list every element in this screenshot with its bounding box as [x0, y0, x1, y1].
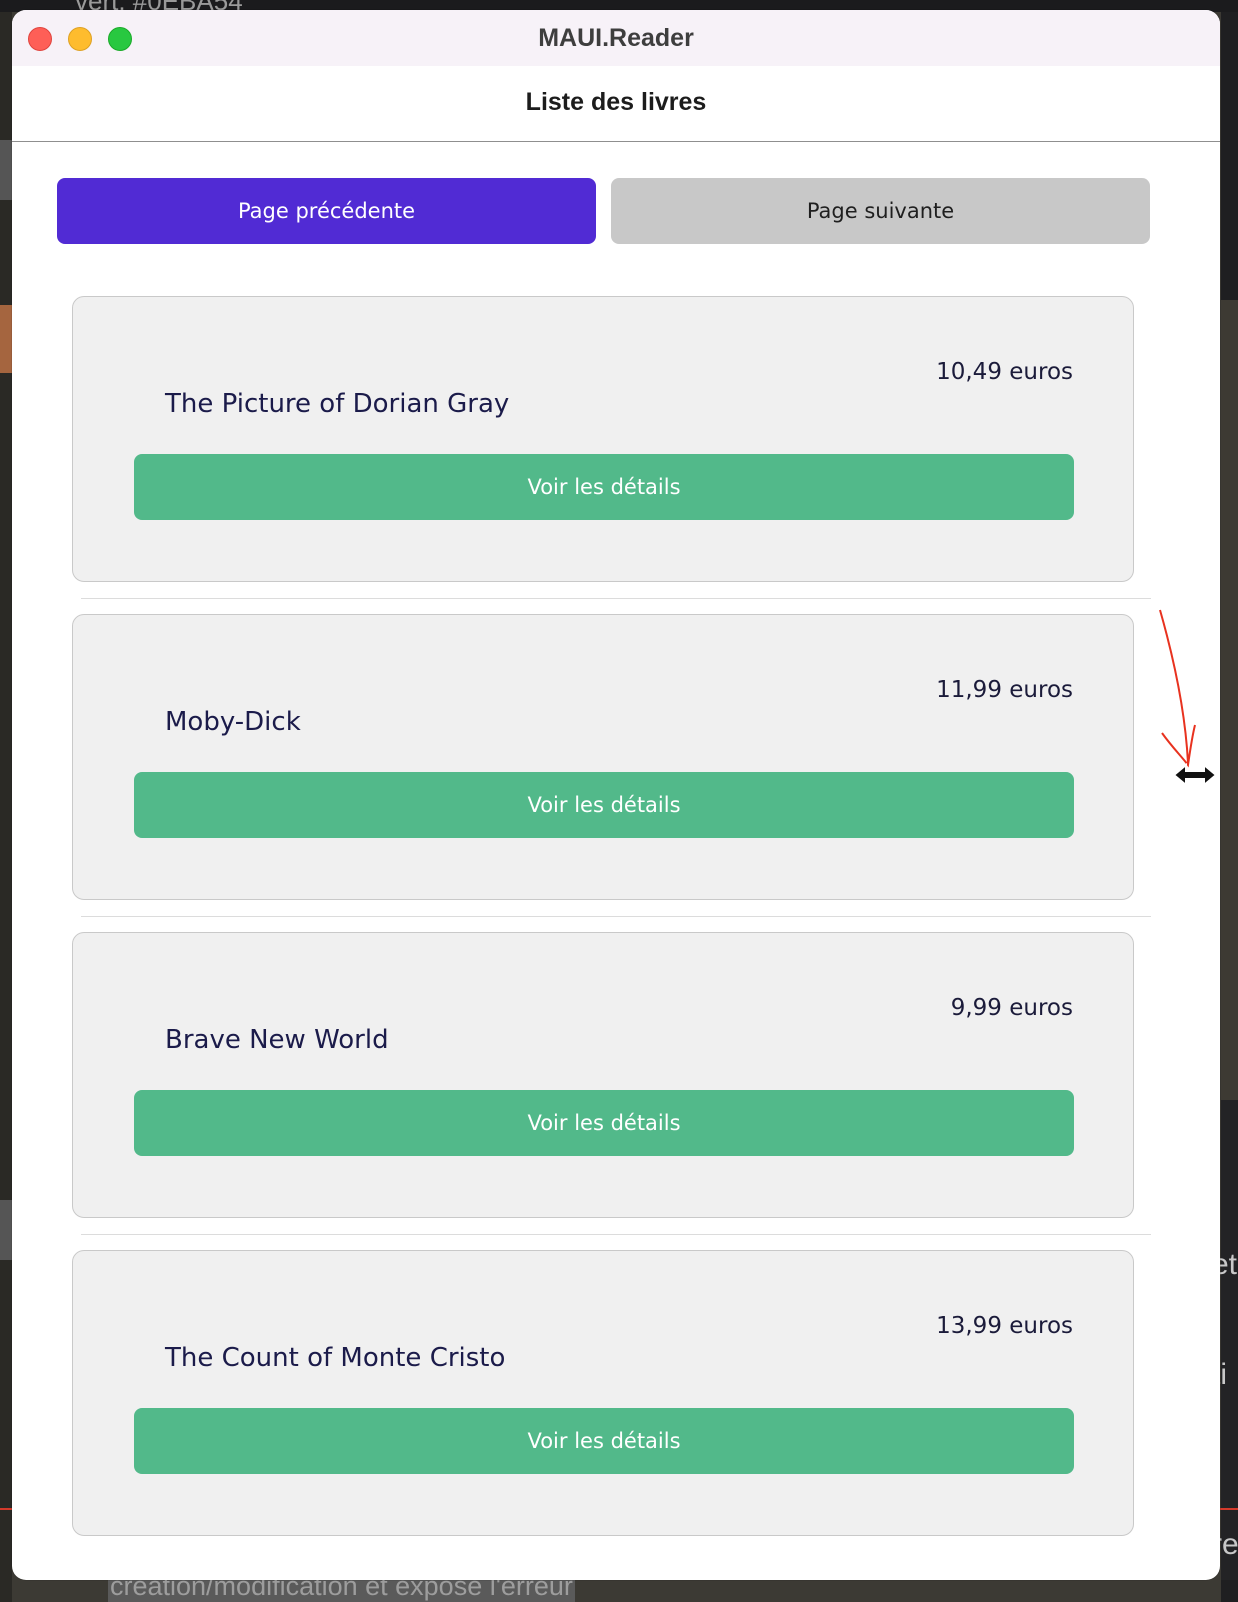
list-separator — [81, 1234, 1151, 1235]
book-card: 9,99 euros Brave New World Voir les déta… — [72, 932, 1134, 1218]
book-list: 10,49 euros The Picture of Dorian Gray V… — [12, 10, 1220, 1580]
list-separator — [81, 916, 1151, 917]
list-separator — [81, 598, 1151, 599]
book-card: 11,99 euros Moby-Dick Voir les détails — [72, 614, 1134, 900]
book-title: Moby-Dick — [165, 707, 301, 737]
book-card: 13,99 euros The Count of Monte Cristo Vo… — [72, 1250, 1134, 1536]
background-avatar — [0, 305, 12, 373]
resize-cursor-icon — [1172, 762, 1218, 788]
book-price: 10,49 euros — [936, 359, 1073, 385]
app-window: MAUI.Reader Liste des livres Page précéd… — [12, 10, 1220, 1580]
annotation-arrow — [1159, 609, 1218, 788]
view-details-button[interactable]: Voir les détails — [134, 1090, 1074, 1156]
book-card: 10,49 euros The Picture of Dorian Gray V… — [72, 296, 1134, 582]
view-details-button[interactable]: Voir les détails — [134, 1408, 1074, 1474]
background-chevron-icon — [0, 1200, 12, 1260]
book-title: The Count of Monte Cristo — [165, 1343, 506, 1373]
view-details-button[interactable]: Voir les détails — [134, 454, 1074, 520]
book-price: 9,99 euros — [950, 995, 1073, 1021]
book-title: Brave New World — [165, 1025, 389, 1055]
book-title: The Picture of Dorian Gray — [165, 389, 510, 419]
book-price: 11,99 euros — [936, 677, 1073, 703]
book-price: 13,99 euros — [936, 1313, 1073, 1339]
background-chevron-icon — [0, 140, 12, 200]
background-left-edge — [0, 12, 12, 1602]
view-details-button[interactable]: Voir les détails — [134, 772, 1074, 838]
